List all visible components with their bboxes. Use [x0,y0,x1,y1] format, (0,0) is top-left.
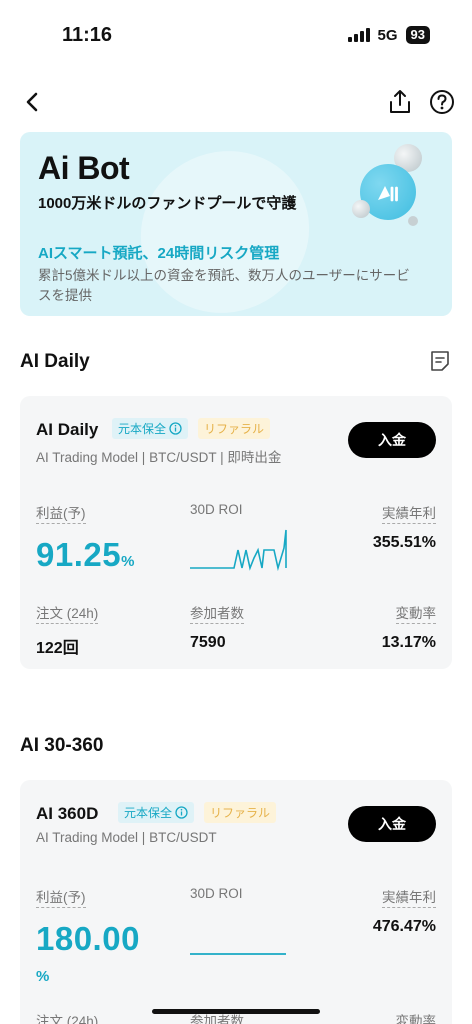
annual-yield-value: 355.51% [372,534,436,551]
product-name: AI Daily [36,420,99,439]
annual-yield-label[interactable]: 実績年利 [382,886,436,908]
back-button[interactable] [18,88,46,116]
bubble-decoration [408,216,418,226]
orders-label[interactable]: 注文 (24h) [36,1010,98,1024]
orders-value: 122回 [36,640,79,657]
notes-icon [431,351,449,371]
participants-value: 7590 [190,634,226,651]
badge-label: 元本保全 [124,806,173,820]
roi-label: 30D ROI [190,886,243,901]
notes-button[interactable] [428,349,452,373]
profit-label[interactable]: 利益(予) [36,886,86,908]
participants-label[interactable]: 参加者数 [190,602,244,624]
ai-bot-banner[interactable]: Ai Bot 1000万米ドルのファンドプールで守護 AIスマート預託、24時間… [20,132,452,316]
principal-guarantee-badge: 元本保全 [112,418,189,439]
banner-title: Ai Bot [38,150,130,186]
question-circle-icon [430,90,454,114]
banner-description: 累計5億米ドル以上の資金を預託、数万人のユーザーにサービスを提供 [38,268,410,303]
profit-number: 91.25 [36,536,122,573]
roi-sparkline [190,953,286,955]
product-model: AI Trading Model | BTC/USDT | 即時出金 [36,450,282,465]
share-icon [390,90,410,113]
volatility-label[interactable]: 変動率 [395,602,436,624]
roi-label: 30D ROI [190,502,243,517]
referral-badge: リファラル [204,802,277,823]
profit-label[interactable]: 利益(予) [36,502,86,524]
signal-icon [347,28,370,42]
section-title-ai-daily: AI Daily [20,351,90,372]
profit-value: 91.25% [36,536,135,574]
annual-yield-value: 476.47% [372,918,436,935]
chevron-left-icon [26,92,38,112]
profit-unit: % [36,968,50,985]
product-model: AI Trading Model | BTC/USDT [36,830,217,845]
volatility-value: 13.17% [381,634,436,651]
help-button[interactable] [428,88,456,116]
product-card-ai-360d[interactable]: AI 360D 元本保全 リファラル AI Trading Model | BT… [20,780,452,1024]
profit-unit: % [121,553,135,570]
status-time: 11:16 [62,24,113,46]
referral-badge: リファラル [198,418,271,439]
banner-subtitle: 1000万米ドルのファンドプールで守護 [38,195,297,212]
orders-label[interactable]: 注文 (24h) [36,602,99,624]
volatility-label[interactable]: 変動率 [396,1010,437,1024]
product-card-ai-daily[interactable]: AI Daily 元本保全 リファラル AI Trading Model | B… [20,396,452,669]
section-title-ai-30-360: AI 30-360 [20,735,104,756]
principal-guarantee-badge: 元本保全 [118,802,195,823]
roi-sparkline [190,529,287,572]
product-name: AI 360D [36,804,99,823]
nav-bar [0,84,472,120]
network-type: 5G [377,26,398,44]
info-circle-icon[interactable] [169,422,182,435]
battery-icon: 93 [405,26,430,44]
info-circle-icon[interactable] [175,806,188,819]
annual-yield-label[interactable]: 実績年利 [382,502,436,524]
home-indicator[interactable] [152,1009,320,1014]
share-button[interactable] [386,88,414,116]
bubble-decoration [352,200,370,218]
banner-highlight: AIスマート預託、24時間リスク管理 [38,245,280,262]
deposit-button[interactable]: 入金 [348,806,436,842]
badge-label: 元本保全 [118,422,167,436]
status-bar: 11:16 5G 93 [0,0,472,66]
deposit-button[interactable]: 入金 [348,422,436,458]
status-indicators: 5G 93 [347,26,430,44]
profit-value: 180.00 [36,920,140,957]
